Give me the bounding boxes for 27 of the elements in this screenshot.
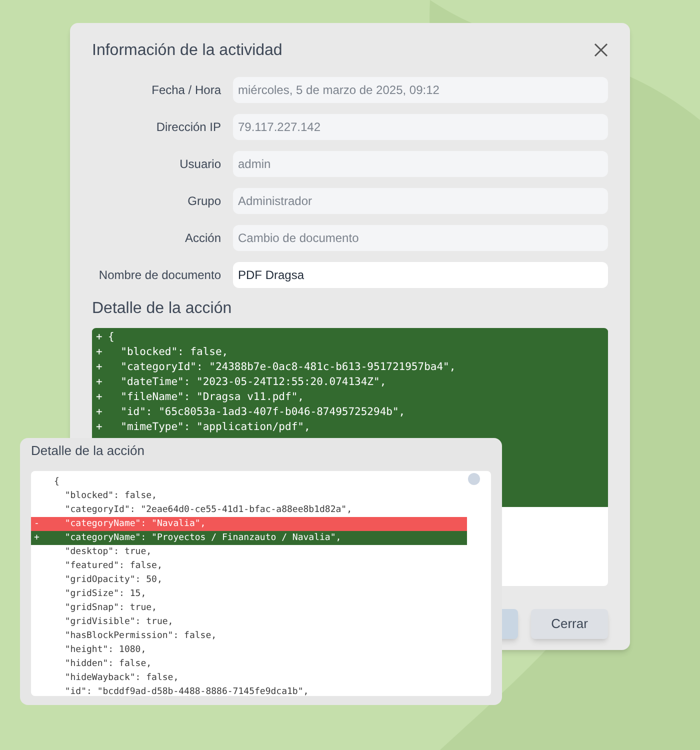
close-icon[interactable] — [594, 43, 608, 57]
code-line: "gridSnap": true, — [64, 602, 158, 614]
close-button[interactable]: Cerrar — [531, 609, 608, 639]
code-line: "featured": false, — [64, 560, 164, 572]
code-line: "desktop": true, — [64, 546, 153, 558]
section-heading: Detalle de la acción — [92, 299, 233, 319]
code-line: "height": 1080, — [64, 644, 148, 656]
code-line: { — [53, 476, 60, 488]
code-line: "hidden": false, — [64, 658, 153, 670]
code-line: "gridSize": 15, — [64, 588, 148, 600]
code-line: "gridOpacity": 50, — [64, 574, 164, 586]
code-line: "hasBlockPermission": false, — [64, 630, 218, 642]
panel-title: Detalle de la acción — [31, 442, 146, 460]
input-field[interactable]: PDF Dragsa — [233, 262, 608, 288]
code-line: "categoryId": "2eae64d0-ce55-41d1-bfac-a88ee8b1d82a", — [64, 504, 354, 516]
field-label: Usuario — [178, 156, 221, 173]
field-label: Acción — [184, 230, 221, 247]
field-label: Nombre de documento — [98, 267, 221, 284]
code-line: "gridVisible": true, — [64, 616, 174, 628]
field-label: Grupo — [186, 193, 221, 210]
scrollbar-thumb[interactable] — [468, 472, 480, 484]
code-line: "id": "bcddf9ad-d58b-4488-8886-7145fe9dca1b", — [64, 686, 310, 696]
code-line: "hideWayback": false, — [64, 672, 180, 684]
code-line: "blocked": false, — [64, 490, 158, 502]
field-label: Dirección IP — [155, 119, 221, 136]
dialog-title: Información de la actividad — [92, 41, 282, 61]
field-label: Fecha / Hora — [150, 82, 221, 99]
